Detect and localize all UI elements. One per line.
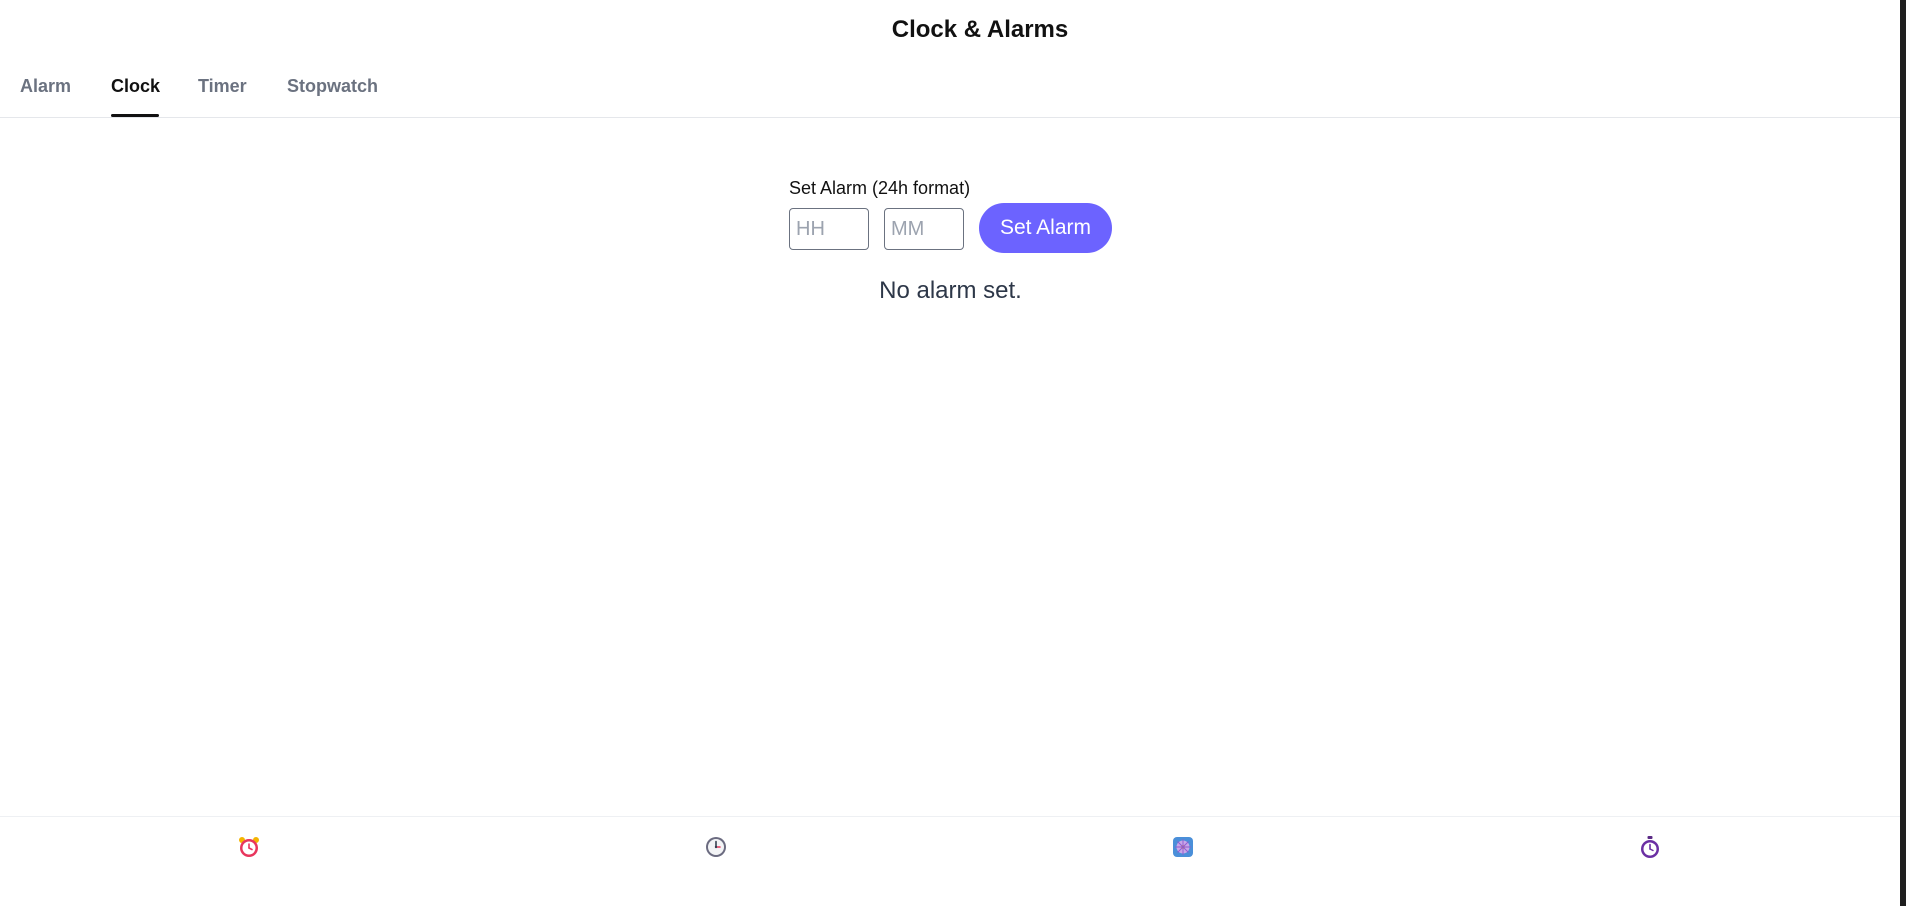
main-content: Clock & Alarms Alarm Clock Timer Stopwat… <box>0 0 1900 906</box>
alarm-status-text: No alarm set. <box>879 277 1022 304</box>
stopwatch-icon <box>1638 835 1662 859</box>
nav-clock-button[interactable] <box>704 835 728 859</box>
globe-icon <box>1171 835 1195 859</box>
alarm-form-label: Set Alarm (24h format) <box>789 178 971 198</box>
page-title: Clock & Alarms <box>891 16 1069 43</box>
alarm-clock-icon <box>237 835 261 859</box>
bottom-nav <box>0 816 1900 906</box>
minute-input[interactable] <box>884 208 964 250</box>
nav-alarm-button[interactable] <box>237 835 261 859</box>
tab-stopwatch[interactable]: Stopwatch <box>287 74 378 98</box>
tab-clock[interactable]: Clock <box>111 74 160 98</box>
clock-icon <box>704 835 728 859</box>
nav-world-clock-button[interactable] <box>1171 835 1195 859</box>
nav-stopwatch-button[interactable] <box>1638 835 1662 859</box>
tab-bar: Alarm Clock Timer Stopwatch <box>0 60 1900 118</box>
tab-timer[interactable]: Timer <box>198 74 247 98</box>
active-tab-indicator <box>111 114 159 117</box>
tab-alarm[interactable]: Alarm <box>20 74 71 98</box>
app-window: Clock & Alarms Alarm Clock Timer Stopwat… <box>0 0 1906 906</box>
set-alarm-button[interactable]: Set Alarm <box>979 203 1112 253</box>
hour-input[interactable] <box>789 208 869 250</box>
window-edge <box>1900 0 1906 906</box>
